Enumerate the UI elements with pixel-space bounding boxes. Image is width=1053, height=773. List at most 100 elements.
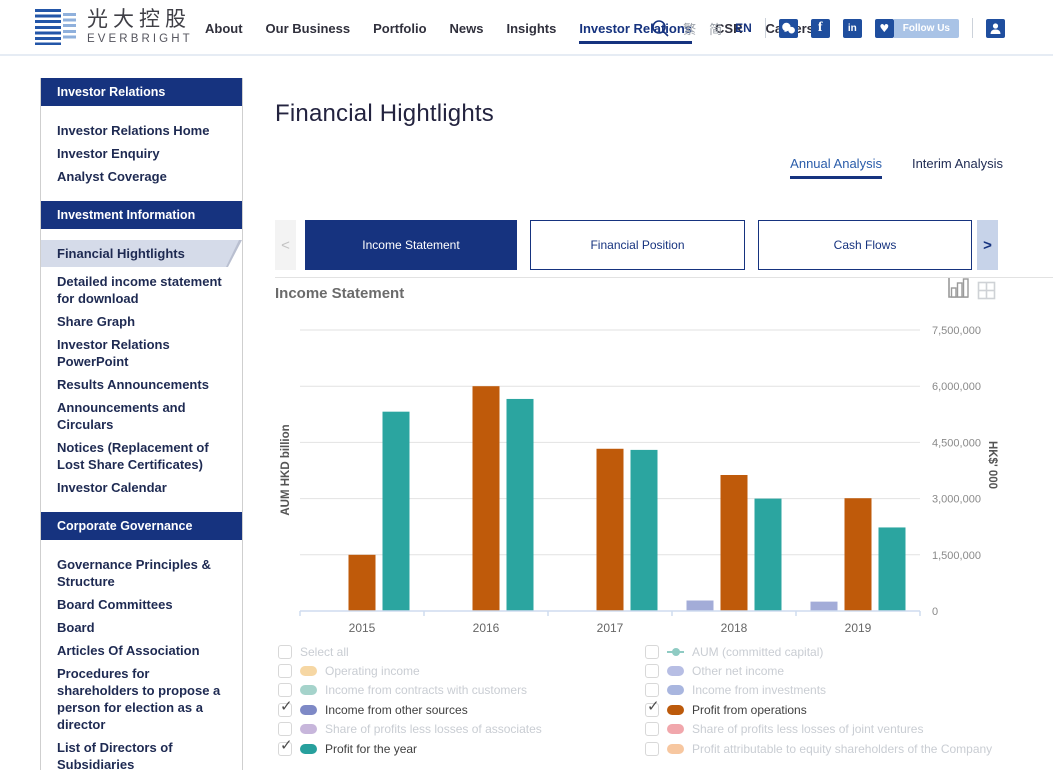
nav-link-label: Insights: [506, 21, 556, 36]
tab-annual-analysis[interactable]: Annual Analysis: [790, 156, 882, 179]
legend-checkbox[interactable]: ✓: [278, 742, 292, 756]
nav-link-portfolio[interactable]: Portfolio: [373, 0, 426, 56]
chart-view-toggles: [946, 276, 996, 300]
legend-item-operating-income[interactable]: Operating income: [278, 661, 542, 680]
legend-item-income-from-investments[interactable]: Income from investments: [645, 681, 992, 700]
legend-item-select-all[interactable]: Select all: [278, 642, 542, 661]
legend-item-label: Income from contracts with customers: [325, 683, 527, 697]
tab-interim-analysis[interactable]: Interim Analysis: [912, 156, 1003, 179]
carousel-prev-button[interactable]: <: [275, 220, 296, 270]
sidebar-item-announcements-and-circulars[interactable]: Announcements and Circulars: [41, 399, 242, 433]
legend-checkbox[interactable]: [645, 722, 659, 736]
wechat-icon[interactable]: [779, 19, 798, 38]
legend-checkbox[interactable]: [278, 664, 292, 678]
legend-item-other-net-income[interactable]: Other net income: [645, 661, 992, 680]
legend-color-swatch: [300, 724, 317, 734]
sidebar-item-governance-principles-structure[interactable]: Governance Principles & Structure: [41, 556, 242, 590]
carousel-next-button[interactable]: >: [977, 220, 998, 270]
sidebar-item-board[interactable]: Board: [41, 619, 242, 636]
legend-color-swatch: [300, 666, 317, 676]
chart-section-title: Income Statement: [275, 285, 404, 302]
legend-color-swatch: [667, 705, 684, 715]
legend-item-label: Profit for the year: [325, 742, 417, 756]
linkedin-icon[interactable]: in: [843, 19, 862, 38]
bar-profit-for-the-year-2016: [507, 399, 534, 611]
legend-checkbox[interactable]: ✓: [278, 703, 292, 717]
sidebar-item-investor-enquiry[interactable]: Investor Enquiry: [41, 145, 242, 162]
x-axis-category-label: 2015: [349, 621, 376, 635]
sidebar-item-investor-relations-home[interactable]: Investor Relations Home: [41, 122, 242, 139]
y-axis-tick-label: 4,500,000: [932, 437, 981, 449]
table-view-icon[interactable]: [977, 281, 996, 300]
lang-traditional-chinese[interactable]: 繁: [683, 19, 696, 38]
legend-checkbox[interactable]: ✓: [645, 703, 659, 717]
nav-utilities: 繁 简 EN f in ♥ Follow Us: [651, 0, 1005, 56]
carousel-button-financial-position[interactable]: Financial Position: [530, 220, 745, 270]
bar-profit-for-the-year-2018: [755, 499, 782, 611]
everbright-logo[interactable]: 光大控股 EVERBRIGHT: [35, 7, 193, 47]
bar-income-from-other-sources-2018: [687, 601, 714, 611]
divider: [972, 18, 973, 38]
sidebar-item-detailed-income-statement-for-download[interactable]: Detailed income statement for download: [41, 273, 242, 307]
y-axis-tick-label: 7,500,000: [932, 325, 981, 337]
legend-item-label: AUM (committed capital): [692, 645, 823, 659]
nav-link-label: Portfolio: [373, 21, 426, 36]
chart-view-icon[interactable]: [946, 276, 970, 300]
nav-link-about[interactable]: About: [205, 0, 243, 56]
sidebar-item-results-announcements[interactable]: Results Announcements: [41, 376, 242, 393]
sidebar-item-notices-replacement-of-lost-share-certificates[interactable]: Notices (Replacement of Lost Share Certi…: [41, 439, 242, 473]
tab-label: Annual Analysis: [790, 156, 882, 171]
page-title: Financial Hightlights: [275, 100, 494, 128]
legend-item-income-from-contracts-with-customers[interactable]: Income from contracts with customers: [278, 681, 542, 700]
nav-link-insights[interactable]: Insights: [506, 0, 556, 56]
sidebar-item-analyst-coverage[interactable]: Analyst Coverage: [41, 168, 242, 185]
legend-item-profit-from-operations[interactable]: ✓Profit from operations: [645, 700, 992, 719]
legend-item-label: Share of profits less losses of joint ve…: [692, 722, 923, 736]
legend-checkbox[interactable]: [645, 742, 659, 756]
chart-legend-column-2: AUM (committed capital) Other net incomeI…: [645, 642, 992, 758]
legend-item-share-of-profits-less-losses-of-associates[interactable]: Share of profits less losses of associat…: [278, 720, 542, 739]
legend-checkbox[interactable]: [645, 645, 659, 659]
lang-english[interactable]: EN: [735, 21, 752, 35]
legend-item-profit-attributable-to-equity-shareholders-of-the-company[interactable]: Profit attributable to equity shareholde…: [645, 739, 992, 758]
y-axis-tick-label: 3,000,000: [932, 494, 981, 506]
member-login-icon[interactable]: [986, 19, 1005, 38]
legend-item-income-from-other-sources[interactable]: ✓Income from other sources: [278, 700, 542, 719]
main-content: Financial Hightlights Annual Analysis Int…: [275, 78, 1053, 770]
sidebar-item-investor-relations-powerpoint[interactable]: Investor Relations PowerPoint: [41, 336, 242, 370]
statement-carousel: <Income Statement Financial Position Cash …: [275, 220, 998, 270]
lang-simplified-chinese[interactable]: 简: [709, 19, 722, 38]
sidebar-item-procedures-for-shareholders-to-propose-a-person-for-election-as-a-director[interactable]: Procedures for shareholders to propose a…: [41, 665, 242, 733]
legend-checkbox[interactable]: [278, 645, 292, 659]
income-statement-chart: 01,500,0003,000,0004,500,0006,000,0007,5…: [275, 315, 998, 650]
sidebar-section-investor-relations[interactable]: Investor Relations: [41, 78, 242, 106]
sidebar-item-investor-calendar[interactable]: Investor Calendar: [41, 479, 242, 496]
x-axis-category-label: 2018: [721, 621, 748, 635]
legend-checkbox[interactable]: [278, 683, 292, 697]
sidebar-item-board-committees[interactable]: Board Committees: [41, 596, 242, 613]
follow-us-button[interactable]: ♥ Follow Us: [875, 19, 959, 38]
legend-item-aum-committed-capital[interactable]: AUM (committed capital): [645, 642, 992, 661]
legend-checkbox[interactable]: [278, 722, 292, 736]
sidebar-section-investment-information[interactable]: Investment Information: [41, 201, 242, 229]
sidebar-item-financial-hightlights-selected[interactable]: Financial Hightlights: [41, 240, 242, 267]
x-axis-category-label: 2016: [473, 621, 500, 635]
carousel-button-cash-flows[interactable]: Cash Flows: [758, 220, 972, 270]
sidebar-item-articles-of-association[interactable]: Articles Of Association: [41, 642, 242, 659]
legend-item-share-of-profits-less-losses-of-joint-ventures[interactable]: Share of profits less losses of joint ve…: [645, 720, 992, 739]
search-icon[interactable]: [651, 19, 670, 38]
sidebar-item-list-of-directors-of-subsidiaries[interactable]: List of Directors of Subsidiaries: [41, 739, 242, 773]
facebook-icon[interactable]: f: [811, 19, 830, 38]
sidebar-item-share-graph[interactable]: Share Graph: [41, 313, 242, 330]
legend-item-profit-for-the-year[interactable]: ✓ Profit for the year: [278, 739, 542, 758]
nav-link-news[interactable]: News: [450, 0, 484, 56]
nav-link-our-business[interactable]: Our Business: [266, 0, 351, 56]
sidebar-section-corporate-governance[interactable]: Corporate Governance: [41, 512, 242, 540]
y-axis-tick-label: 1,500,000: [932, 550, 981, 562]
legend-checkbox[interactable]: [645, 664, 659, 678]
checkmark-icon: ✓: [280, 697, 293, 715]
legend-checkbox[interactable]: [645, 683, 659, 697]
bar-profit-for-the-year-2015: [383, 412, 410, 611]
legend-color-swatch: [667, 724, 684, 734]
carousel-button-income-statement[interactable]: Income Statement: [305, 220, 517, 270]
